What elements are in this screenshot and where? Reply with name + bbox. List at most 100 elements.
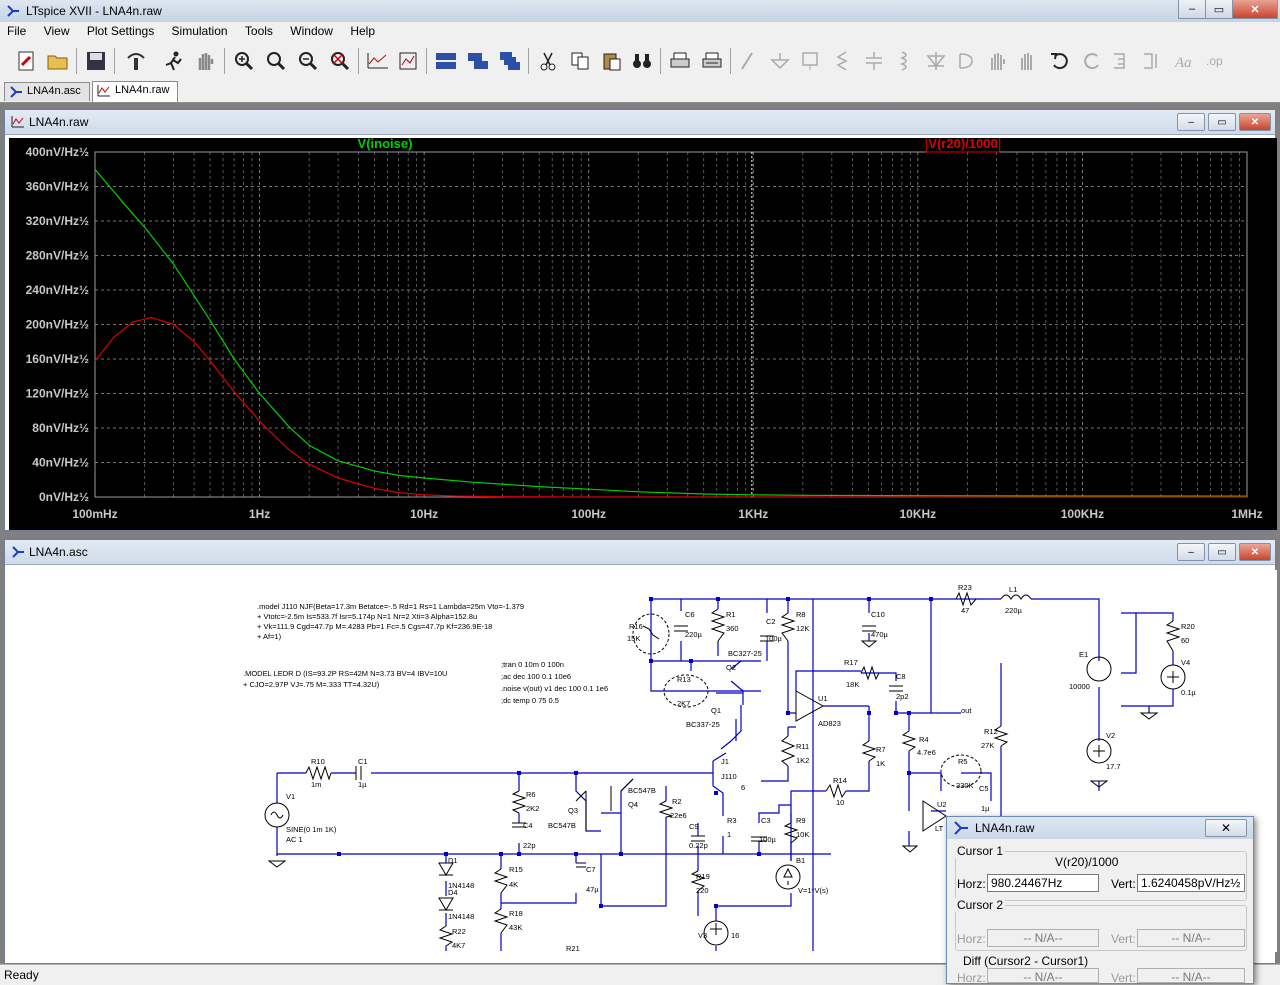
label-r18: R18 [509,909,523,918]
redo-icon [1080,50,1104,72]
cut-icon[interactable] [536,50,560,72]
value-c8: 2p2 [896,692,909,701]
zoom-fit-icon[interactable] [328,50,352,72]
net-6: 6 [741,783,745,792]
net-out: out [961,706,972,715]
zoom-out-icon[interactable] [296,50,320,72]
horz-value-field[interactable]: 980.24467Hz [987,874,1099,892]
menu-plot-settings[interactable]: Plot Settings [80,22,161,38]
x-tick-label: 100mHz [72,507,117,521]
waveform-icon [97,85,110,97]
value-q4: BC547B [628,786,656,795]
value-r22: 4K7 [452,941,465,950]
menu-tools[interactable]: Tools [238,22,280,38]
plot-minimize-button[interactable]: – [1177,113,1205,131]
status-text: Ready [4,968,39,982]
minimize-button[interactable]: – [1178,0,1206,19]
model-line: + Vk=111.9 Cgd=47.7p M=.4283 Pb=1 Fc=.5 … [257,622,492,631]
value-r4: 4.7e6 [917,748,936,757]
cursor-dialog-close-button[interactable]: ✕ [1205,819,1247,837]
run-icon[interactable] [162,50,186,72]
value-c4: 22p [523,841,536,850]
tile-vertical-icon[interactable] [466,50,490,72]
copy-icon[interactable] [568,50,592,72]
rotate-icon [1110,50,1134,72]
value-r19: 220 [696,886,709,895]
pan-icon[interactable] [264,50,288,72]
spice-directive-icon: .op [1204,50,1228,72]
cascade-icon[interactable] [498,50,522,72]
pick-visible-traces-icon[interactable] [396,50,420,72]
tile-horizontal-icon[interactable] [434,50,458,72]
label-q2-type: BC327-25 [728,649,762,658]
vert-value-field[interactable]: 1.6240458pV/Hz½ [1137,874,1245,892]
ltspice-logo-icon [7,5,19,17]
open-folder-icon[interactable] [46,50,70,72]
tab-schematic[interactable]: LNA4n.asc [4,82,90,101]
waveform-chart[interactable]: 100mHz 1Hz 10Hz 100Hz 1KHz 10KHz 100KHz 1MHz 400… [9,134,1277,530]
schematic-minimize-button[interactable]: – [1177,543,1205,561]
ground-icon [768,50,792,72]
component-icon [954,50,978,72]
zoom-in-icon[interactable] [232,50,256,72]
waveform-plot[interactable]: 100mHz 1Hz 10Hz 100Hz 1KHz 10KHz 100KHz 1MHz 400… [9,134,1277,530]
trace-vr20 [94,316,1247,498]
save-icon[interactable] [84,50,108,72]
value-q3: BC547B [548,821,576,830]
plot-close-button[interactable]: ✕ [1239,113,1271,131]
directive: .noise v(out) v1 dec 100 0.1 1e6 [501,684,608,693]
label-r7: R7 [876,745,886,754]
label-r14: R14 [833,776,847,785]
cursor2-label: Cursor 2 [955,898,1006,912]
label-c1: C1 [358,757,368,766]
menu-help[interactable]: Help [343,22,382,38]
new-schematic-icon[interactable] [14,50,38,72]
menu-file[interactable]: File [0,22,33,38]
maximize-button[interactable]: ▭ [1205,0,1233,19]
diode-model-line: .MODEL LEDR D (IS=93.2P RS=42M N=3.73 BV… [243,669,447,678]
trace-legend-label: V(inoise) [358,138,413,151]
y-tick-label: 280nV/Hz½ [26,249,89,263]
schematic-close-button[interactable]: ✕ [1239,543,1271,561]
toolbar: Aa .op [0,42,1280,81]
plot-maximize-button[interactable]: ▭ [1208,113,1236,131]
label-r13: R13 [677,675,691,684]
y-tick-label: 0nV/Hz½ [39,490,89,504]
menu-view[interactable]: View [37,22,77,38]
cursor-dialog-titlebar[interactable]: LNA4n.raw ✕ [947,817,1253,839]
directive: ;dc temp 0 75 0.5 [501,696,559,705]
menu-simulation[interactable]: Simulation [165,22,235,38]
paste-icon[interactable] [600,50,624,72]
draw-wire-icon [736,50,760,72]
value-e1: 10000 [1069,682,1090,691]
label-r20: R20 [1181,622,1195,631]
y-tick-label: 120nV/Hz½ [26,387,89,401]
junctions [337,597,933,908]
y-tick-label: 200nV/Hz½ [26,318,89,332]
control-panel-icon[interactable] [124,50,148,72]
y-tick-label: 400nV/Hz½ [26,145,89,159]
menu-window[interactable]: Window [283,22,340,38]
model-line: .model J110 NJF(Beta=17.3m Betatce=-.5 R… [257,602,524,611]
close-button[interactable]: ✕ [1232,0,1278,19]
print-icon[interactable] [668,50,692,72]
undo-icon[interactable] [1048,50,1072,72]
autorange-icon[interactable] [366,50,390,72]
value-c9: 0.22p [689,841,708,850]
label-r19: R19 [696,872,710,881]
plot-window-titlebar[interactable]: LNA4n.raw – ▭ ✕ [5,110,1275,135]
label-r5: R5 [958,757,968,766]
text-icon: Aa [1172,50,1196,72]
trace-legend-label: V(r20)/1000 [928,138,997,151]
tab-waveform[interactable]: LNA4n.raw [92,81,178,102]
schematic-maximize-button[interactable]: ▭ [1208,543,1236,561]
schematic-window-titlebar[interactable]: LNA4n.asc – ▭ ✕ [5,540,1275,565]
label-v1: V1 [286,792,295,801]
label-c9: C9 [689,822,699,831]
find-binoculars-icon[interactable] [630,50,654,72]
halt-hand-icon[interactable] [194,50,218,72]
label-r8: R8 [796,610,806,619]
label-v4: V4 [1181,658,1190,667]
print-setup-icon[interactable] [700,50,724,72]
value-r9: 10K [796,830,809,839]
